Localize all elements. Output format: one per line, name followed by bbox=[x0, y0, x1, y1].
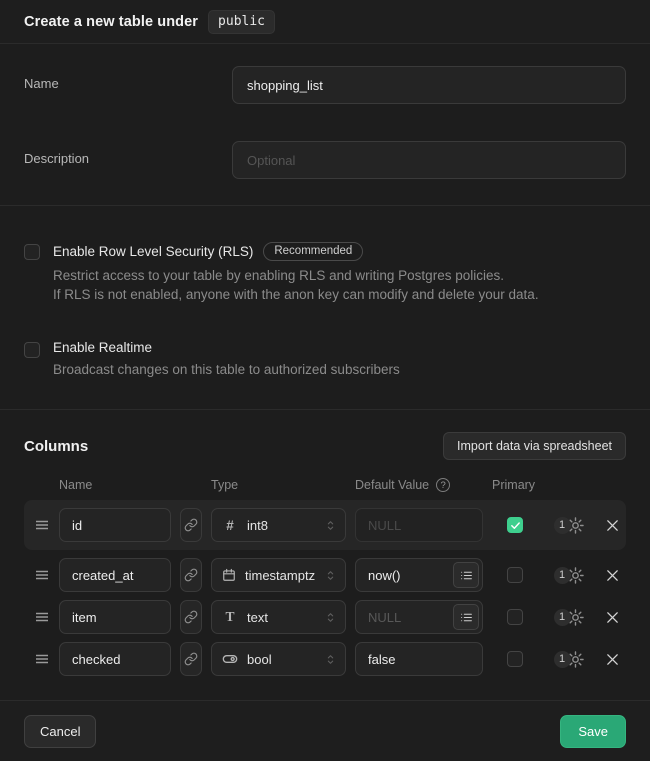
primary-checkbox[interactable] bbox=[507, 517, 523, 533]
rls-description: Restrict access to your table by enablin… bbox=[53, 266, 539, 304]
chevron-updown-icon bbox=[324, 569, 337, 582]
help-icon[interactable]: ? bbox=[436, 478, 450, 492]
drag-handle-icon[interactable] bbox=[34, 517, 50, 533]
cancel-button[interactable]: Cancel bbox=[24, 715, 96, 748]
foreign-key-link-icon[interactable] bbox=[180, 508, 202, 542]
remove-column-icon[interactable] bbox=[600, 568, 624, 583]
save-button[interactable]: Save bbox=[560, 715, 626, 748]
schema-chip: public bbox=[208, 10, 275, 34]
column-row-item: T text 1 bbox=[24, 600, 626, 634]
header-default-value: Default Value bbox=[355, 478, 429, 492]
settings-count-badge: 1 bbox=[554, 517, 571, 534]
remove-column-icon[interactable] bbox=[600, 652, 624, 667]
toggles-section: Enable Row Level Security (RLS) Recommen… bbox=[0, 206, 650, 410]
table-name-input[interactable] bbox=[232, 66, 626, 104]
column-settings-button[interactable]: 1 bbox=[547, 566, 591, 585]
column-type-select[interactable]: T text bbox=[211, 600, 346, 634]
text-icon: T bbox=[222, 609, 238, 625]
chevron-updown-icon bbox=[324, 519, 337, 532]
settings-count-badge: 1 bbox=[554, 651, 571, 668]
calendar-icon bbox=[222, 568, 236, 582]
column-row-id: # int8 1 bbox=[24, 500, 626, 550]
import-spreadsheet-button[interactable]: Import data via spreadsheet bbox=[443, 432, 626, 460]
header-type: Type bbox=[211, 478, 346, 492]
hash-icon: # bbox=[222, 518, 238, 533]
toggle-icon bbox=[222, 651, 238, 667]
name-field-row: Name bbox=[24, 66, 626, 104]
create-table-dialog: Create a new table under public Name Des… bbox=[0, 0, 650, 761]
rls-checkbox[interactable] bbox=[24, 244, 40, 260]
column-settings-button[interactable]: 1 bbox=[547, 650, 591, 669]
column-name-input[interactable] bbox=[59, 508, 171, 542]
chevron-updown-icon bbox=[324, 653, 337, 666]
name-label: Name bbox=[24, 66, 232, 91]
primary-checkbox[interactable] bbox=[507, 567, 523, 583]
column-name-input[interactable] bbox=[59, 600, 171, 634]
foreign-key-link-icon[interactable] bbox=[180, 600, 202, 634]
recommended-badge: Recommended bbox=[263, 242, 363, 261]
foreign-key-link-icon[interactable] bbox=[180, 642, 202, 676]
column-settings-button[interactable]: 1 bbox=[547, 608, 591, 627]
rls-label: Enable Row Level Security (RLS) bbox=[53, 244, 253, 259]
default-value-picker-button[interactable] bbox=[453, 562, 479, 588]
header-name: Name bbox=[59, 478, 171, 492]
column-default-input[interactable] bbox=[355, 508, 483, 542]
drag-handle-icon[interactable] bbox=[34, 609, 50, 625]
realtime-label: Enable Realtime bbox=[53, 340, 152, 355]
realtime-block: Enable Realtime Broadcast changes on thi… bbox=[24, 340, 626, 379]
dialog-title: Create a new table under bbox=[24, 14, 198, 30]
column-default-input[interactable] bbox=[355, 642, 483, 676]
remove-column-icon[interactable] bbox=[600, 518, 624, 533]
settings-count-badge: 1 bbox=[554, 567, 571, 584]
table-meta-section: Name Description bbox=[0, 44, 650, 206]
column-row-checked: bool 1 bbox=[24, 642, 626, 676]
column-name-input[interactable] bbox=[59, 642, 171, 676]
columns-title: Columns bbox=[24, 438, 88, 455]
column-type-select[interactable]: # int8 bbox=[211, 508, 346, 542]
chevron-updown-icon bbox=[324, 611, 337, 624]
columns-table-header: Name Type Default Value ? Primary bbox=[24, 478, 626, 492]
default-value-picker-button[interactable] bbox=[453, 604, 479, 630]
column-type-select[interactable]: timestamptz bbox=[211, 558, 346, 592]
column-type-select[interactable]: bool bbox=[211, 642, 346, 676]
realtime-checkbox[interactable] bbox=[24, 342, 40, 358]
column-settings-button[interactable]: 1 bbox=[547, 516, 591, 535]
realtime-description: Broadcast changes on this table to autho… bbox=[53, 360, 400, 379]
column-row-created-at: timestamptz 1 bbox=[24, 558, 626, 592]
description-field-row: Description bbox=[24, 141, 626, 179]
table-description-input[interactable] bbox=[232, 141, 626, 179]
primary-checkbox[interactable] bbox=[507, 651, 523, 667]
drag-handle-icon[interactable] bbox=[34, 567, 50, 583]
drag-handle-icon[interactable] bbox=[34, 651, 50, 667]
dialog-header: Create a new table under public bbox=[0, 0, 650, 44]
settings-count-badge: 1 bbox=[554, 609, 571, 626]
foreign-key-link-icon[interactable] bbox=[180, 558, 202, 592]
columns-section: Columns Import data via spreadsheet Name… bbox=[0, 410, 650, 700]
description-label: Description bbox=[24, 141, 232, 166]
remove-column-icon[interactable] bbox=[600, 610, 624, 625]
header-primary: Primary bbox=[492, 478, 538, 492]
primary-checkbox[interactable] bbox=[507, 609, 523, 625]
column-name-input[interactable] bbox=[59, 558, 171, 592]
rls-block: Enable Row Level Security (RLS) Recommen… bbox=[24, 242, 626, 304]
dialog-footer: Cancel Save bbox=[0, 700, 650, 761]
